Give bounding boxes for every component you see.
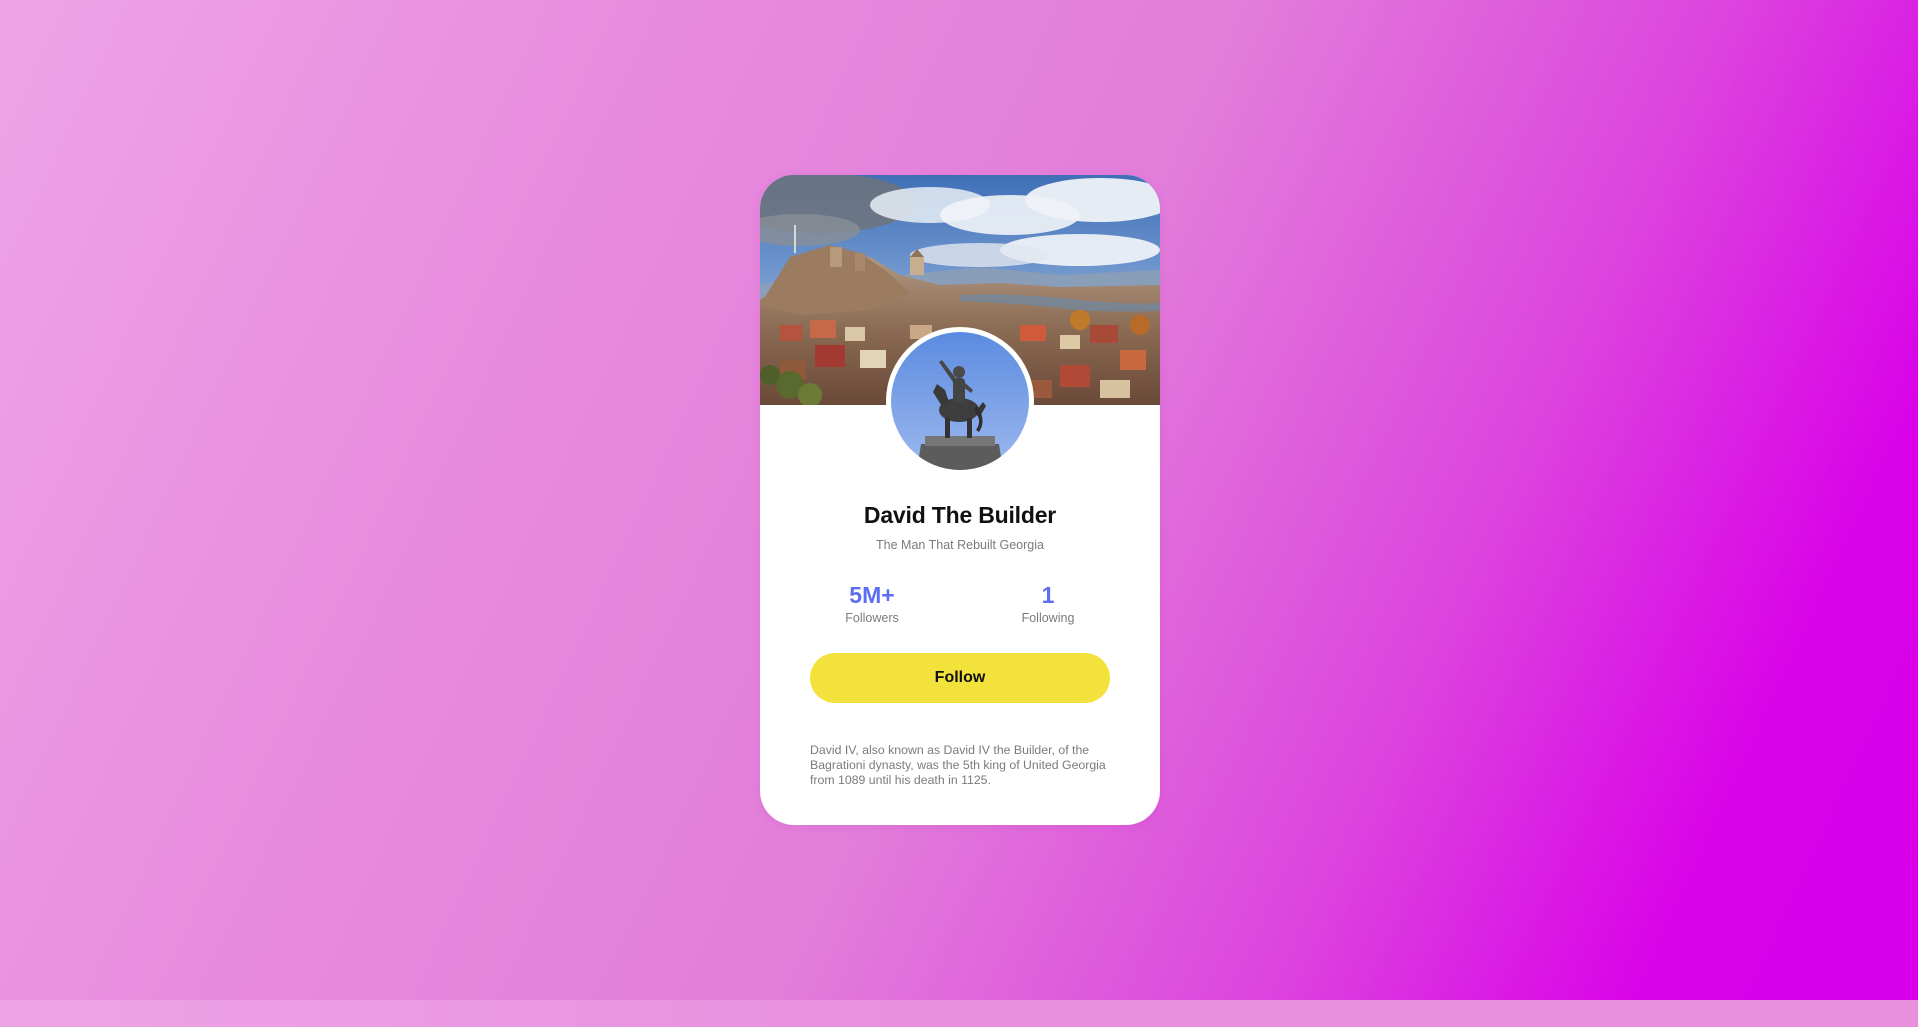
followers-count: 5M+ xyxy=(849,582,895,608)
profile-card: David The Builder The Man That Rebuilt G… xyxy=(760,175,1160,825)
profile-subtitle: The Man That Rebuilt Georgia xyxy=(876,538,1044,552)
following-count: 1 xyxy=(1041,582,1055,608)
page-bottom-strip xyxy=(0,1000,1918,1027)
avatar xyxy=(886,327,1034,475)
profile-name: David The Builder xyxy=(863,502,1057,528)
profile-bio: David IV, also known as David IV the Bui… xyxy=(810,743,1106,787)
follow-button[interactable]: Follow xyxy=(810,653,1110,703)
stat-followers: 5M+ Followers xyxy=(812,580,932,626)
following-label: Following xyxy=(1021,611,1075,625)
stat-following: 1 Following xyxy=(988,580,1108,626)
equestrian-statue-image xyxy=(891,332,1029,470)
followers-label: Followers xyxy=(845,611,899,625)
